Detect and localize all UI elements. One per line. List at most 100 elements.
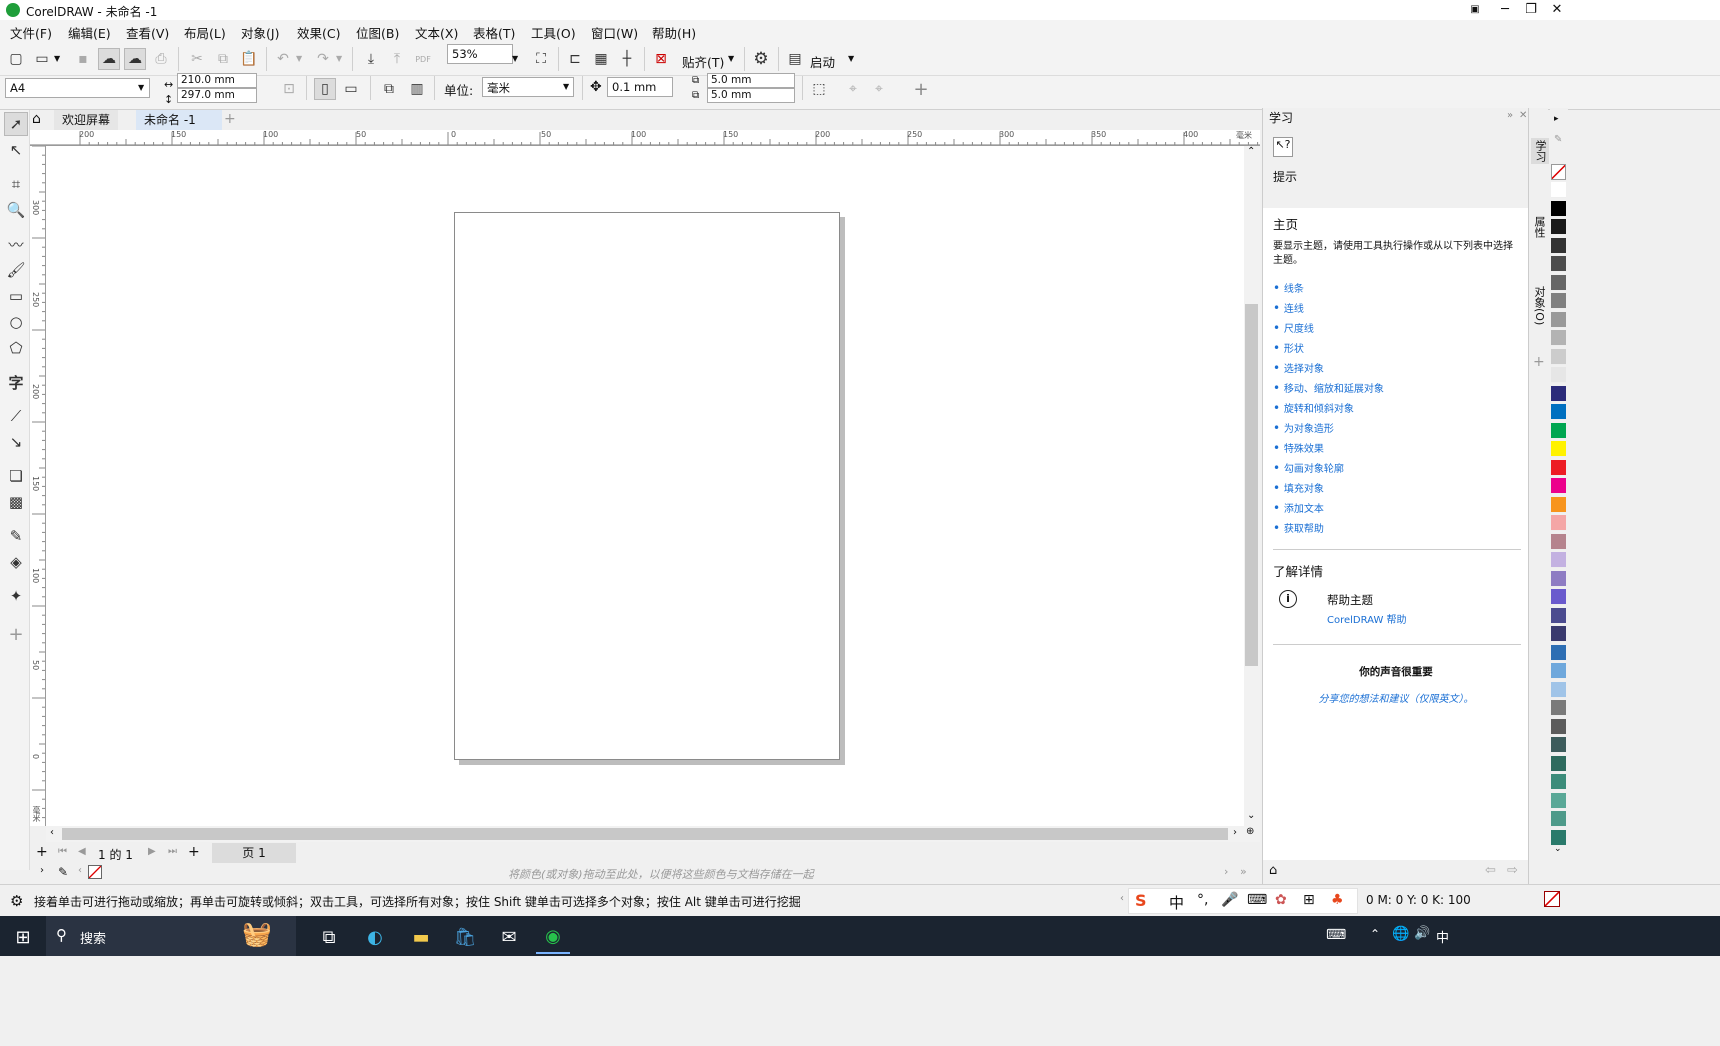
ime-mascot-icon[interactable]: ♣ — [1331, 892, 1344, 908]
horizontal-ruler[interactable]: 200 150 100 50 0 50 100 150 200 250 300 … — [30, 130, 1260, 146]
document-page[interactable] — [454, 212, 840, 760]
open-folder-icon[interactable]: ▭ — [31, 48, 53, 70]
docker-tab-objects[interactable]: 对象(O) — [1531, 286, 1547, 325]
palette-swatch[interactable] — [1551, 311, 1566, 328]
launch-dropdown-chevron-icon[interactable]: ▼ — [848, 54, 854, 63]
docker-back-icon[interactable]: ⇦ — [1485, 863, 1496, 878]
ime-microphone-icon[interactable]: 🎤 — [1221, 892, 1238, 908]
grid-icon[interactable]: ▦ — [590, 48, 612, 70]
menu-layout[interactable]: 布局(L) — [184, 23, 226, 42]
docker-home-icon[interactable]: ⌂ — [1269, 863, 1277, 878]
docker-expand-icon[interactable]: » — [1507, 110, 1513, 121]
palette-swatch[interactable] — [1551, 422, 1566, 439]
topic-item[interactable]: • 线条 — [1273, 280, 1519, 300]
cloud-upload-icon[interactable]: ☁ — [98, 48, 120, 70]
cut-icon[interactable]: ✂ — [186, 48, 208, 70]
tray-network-icon[interactable]: 🌐 — [1392, 926, 1409, 942]
palette-swatch[interactable] — [1551, 330, 1566, 346]
shape-tool-icon[interactable]: ↖ — [4, 138, 28, 162]
next-page-icon[interactable]: ▶ — [148, 846, 156, 857]
artistic-media-tool-icon[interactable]: 🖌 — [4, 258, 28, 282]
last-page-icon[interactable]: ⏭ — [168, 846, 177, 857]
windows-start-icon[interactable]: ⊞ — [6, 920, 40, 954]
redo-icon[interactable]: ↷ — [312, 48, 334, 70]
menu-effects[interactable]: 效果(C) — [297, 23, 340, 42]
menu-text[interactable]: 文本(X) — [415, 23, 458, 42]
add-toolbar-button-icon[interactable]: + — [910, 78, 932, 100]
menu-file[interactable]: 文件(F) — [10, 23, 52, 42]
menu-object[interactable]: 对象(J) — [241, 23, 279, 42]
palette-swatch[interactable] — [1551, 404, 1566, 420]
connector-tool-icon[interactable]: ↘ — [4, 430, 28, 454]
palette-scroll-left-icon[interactable]: ‹ — [78, 865, 82, 876]
crop-tool-icon[interactable]: ⌗ — [4, 172, 28, 196]
ime-skin-icon[interactable]: ✿ — [1275, 892, 1287, 908]
add-docker-icon[interactable]: + — [1533, 354, 1545, 370]
print-icon[interactable]: ⎙ — [150, 48, 172, 70]
palette-swatch[interactable] — [1551, 256, 1566, 272]
palette-swatch[interactable] — [1551, 348, 1566, 365]
no-color-swatch[interactable] — [88, 865, 102, 879]
cloud-sync-icon[interactable]: ☁ — [124, 48, 146, 70]
launch-button[interactable]: 启动 — [810, 52, 835, 71]
restore-help-icon[interactable]: ▣ — [1460, 0, 1490, 20]
palette-swatch[interactable] — [1551, 626, 1566, 642]
task-view-icon[interactable]: ⧉ — [312, 920, 346, 954]
palette-swatch[interactable] — [1551, 385, 1566, 402]
palette-swatch[interactable] — [1551, 681, 1566, 698]
add-tool-icon[interactable]: + — [4, 622, 28, 646]
topic-item[interactable]: • 旋转和倾斜对象 — [1273, 400, 1519, 420]
snap-to-button[interactable]: 贴齐(T) — [682, 52, 724, 71]
rectangle-tool-icon[interactable]: ▭ — [4, 284, 28, 308]
page-height-input[interactable]: 297.0 mm — [177, 88, 257, 103]
treat-as-filled-icon[interactable]: ⬚ — [808, 78, 830, 100]
menu-edit[interactable]: 编辑(E) — [68, 23, 111, 42]
smart-fill-tool-icon[interactable]: ✦ — [4, 584, 28, 608]
palette-swatch[interactable] — [1551, 200, 1566, 217]
palette-swatch[interactable] — [1551, 792, 1566, 809]
palette-flyout-icon[interactable]: ▸ — [1554, 114, 1559, 124]
parallel-dimension-tool-icon[interactable]: ⟋ — [4, 404, 28, 428]
duplicate-x-input[interactable]: 5.0 mm — [707, 73, 795, 88]
topic-item[interactable]: • 勾画对象轮廓 — [1273, 460, 1519, 480]
zoom-tool-icon[interactable]: 🔍 — [4, 198, 28, 222]
outline-color-swatch[interactable] — [1544, 891, 1560, 907]
portrait-icon[interactable]: ▯ — [314, 78, 336, 100]
topic-item[interactable]: • 形状 — [1273, 340, 1519, 360]
page-tab[interactable]: 页 1 — [212, 843, 296, 863]
coreldraw-taskbar-icon[interactable]: ◉ — [536, 920, 570, 954]
docker-close-icon[interactable]: ✕ — [1519, 110, 1527, 121]
palette-swatch[interactable] — [1551, 607, 1566, 624]
tray-volume-icon[interactable]: 🔊 — [1414, 926, 1430, 941]
feedback-link[interactable]: 分享您的想法和建议（仅限英文）。 — [1263, 690, 1529, 705]
zoom-level-input[interactable]: 53% — [447, 44, 513, 64]
save-icon[interactable]: ▪ — [72, 48, 94, 70]
full-screen-icon[interactable]: ⛶ — [530, 48, 552, 70]
palette-swatch[interactable] — [1551, 774, 1566, 790]
vertical-scroll-thumb[interactable] — [1245, 304, 1258, 666]
topic-item[interactable]: • 特殊效果 — [1273, 440, 1519, 460]
add-page-after-icon[interactable]: + — [188, 844, 200, 860]
new-tab-icon[interactable]: + — [224, 111, 236, 127]
page-width-input[interactable]: 210.0 mm — [177, 73, 257, 88]
scroll-down-icon[interactable]: ⌄ — [1247, 810, 1255, 821]
interactive-fill-tool-icon[interactable]: ◈ — [4, 550, 28, 574]
topic-item[interactable]: • 选择对象 — [1273, 360, 1519, 380]
docker-tab-properties[interactable]: 属性 — [1531, 216, 1547, 238]
palette-swatch[interactable] — [1551, 718, 1566, 735]
file-explorer-icon[interactable]: ▬ — [404, 920, 438, 954]
palette-swatch[interactable] — [1551, 459, 1566, 476]
export-icon[interactable]: ⤒ — [386, 48, 408, 70]
open-dropdown-chevron-icon[interactable]: ▼ — [54, 54, 60, 63]
palette-swatch[interactable] — [1551, 663, 1566, 679]
palette-swatch[interactable] — [1551, 219, 1566, 235]
palette-swatch[interactable] — [1551, 644, 1566, 661]
landscape-icon[interactable]: ▭ — [340, 78, 362, 100]
palette-swatch[interactable] — [1551, 755, 1566, 772]
topic-item[interactable]: • 连线 — [1273, 300, 1519, 320]
palette-swatch[interactable] — [1551, 570, 1566, 587]
eyedropper-tool-icon[interactable]: ✎ — [4, 524, 28, 548]
ime-punctuation-icon[interactable]: °, — [1197, 892, 1208, 908]
tray-overflow-chevron-icon[interactable]: ⌃ — [1370, 927, 1380, 941]
scroll-up-icon[interactable]: ⌃ — [1247, 146, 1255, 157]
